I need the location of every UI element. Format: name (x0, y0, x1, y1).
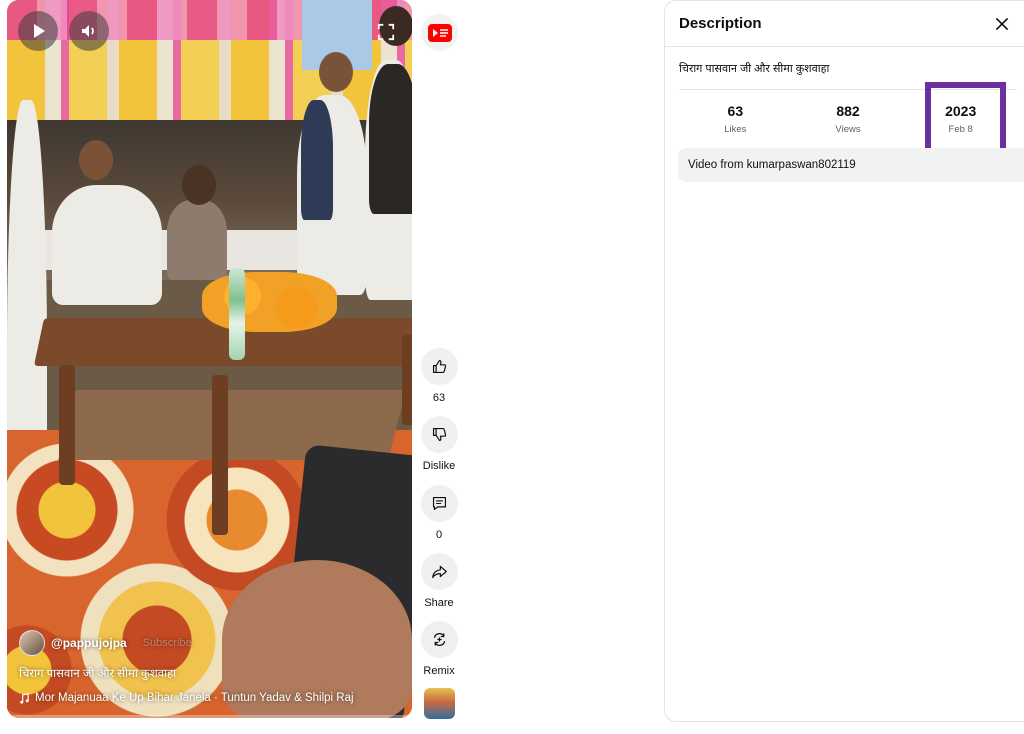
subscribe-button[interactable]: Subscribe (143, 637, 192, 649)
like-button[interactable]: 63 (419, 348, 459, 404)
remix-label: Remix (423, 665, 455, 677)
comment-icon (432, 496, 446, 511)
dislike-button[interactable]: Dislike (419, 416, 459, 472)
music-row[interactable]: Mor Majanuaa Ke Up Bihar Janela · Tuntun… (19, 692, 400, 704)
scene-water-bottle (229, 268, 245, 360)
dislike-circle[interactable] (420, 416, 458, 453)
remix-button[interactable]: Remix (419, 621, 459, 677)
scene-head (182, 165, 216, 205)
video-progress-bar[interactable] (7, 715, 412, 718)
stat-views: 882 Views (792, 90, 905, 145)
stat-likes: 63 Likes (679, 90, 792, 145)
panel-title: Description (679, 15, 762, 32)
youtube-shorts-icon (427, 23, 452, 42)
video-source[interactable]: Video from kumarpaswan802119 (678, 148, 1024, 182)
channel-avatar[interactable] (19, 630, 45, 656)
video-metadata: @pappujojpa Subscribe चिराग पासवान जी और… (19, 630, 400, 704)
channel-handle[interactable]: @pappujojpa (51, 636, 127, 650)
share-icon (431, 565, 447, 579)
audio-thumbnail[interactable] (424, 688, 455, 719)
music-track: Mor Majanuaa Ke Up Bihar Janela · Tuntun… (35, 692, 354, 704)
like-count: 63 (432, 392, 446, 404)
channel-row: @pappujojpa Subscribe (19, 630, 400, 656)
comments-circle[interactable] (420, 485, 458, 522)
video-title: चिराग पासवान जी और सीमा कुशवाहा (19, 668, 177, 680)
close-icon (995, 17, 1009, 30)
scene-head (79, 140, 113, 180)
comment-count: 0 (435, 529, 443, 541)
close-button[interactable] (992, 14, 1012, 34)
date-highlight-box (925, 82, 1006, 154)
scene-marigold-garland (202, 272, 337, 332)
likes-value: 63 (727, 103, 744, 119)
like-circle[interactable] (420, 348, 458, 385)
scene-table-leg (402, 335, 412, 425)
video-frame (7, 0, 412, 718)
remix-circle[interactable] (420, 621, 458, 658)
volume-button[interactable] (69, 11, 109, 51)
play-icon (34, 24, 45, 38)
scene-table-leg (59, 365, 75, 485)
scene-person-seated (52, 185, 162, 305)
scene-vest (301, 100, 333, 220)
scene-person-woman (167, 200, 227, 280)
likes-label: Likes (724, 124, 747, 135)
comments-button[interactable]: 0 (419, 485, 459, 541)
shorts-button[interactable] (421, 14, 458, 51)
volume-icon (82, 25, 94, 37)
panel-header: Description (665, 1, 1024, 47)
views-value: 882 (836, 103, 860, 119)
play-button[interactable] (18, 11, 58, 51)
video-player[interactable]: @pappujojpa Subscribe चिराग पासवान जी और… (7, 0, 412, 718)
share-button[interactable]: Share (419, 553, 459, 609)
scene-head (319, 52, 353, 92)
fullscreen-button[interactable] (372, 18, 400, 46)
views-label: Views (835, 124, 861, 135)
dislike-label: Dislike (422, 460, 456, 472)
share-label: Share (424, 597, 454, 609)
share-circle[interactable] (420, 553, 458, 590)
remix-icon (433, 633, 445, 646)
music-note-icon (20, 692, 29, 704)
scene-table-leg (212, 375, 228, 535)
scene-jacket (369, 64, 412, 214)
thumbs-up-icon (432, 359, 446, 374)
thumbs-down-icon (432, 427, 446, 442)
fullscreen-icon (377, 23, 395, 41)
